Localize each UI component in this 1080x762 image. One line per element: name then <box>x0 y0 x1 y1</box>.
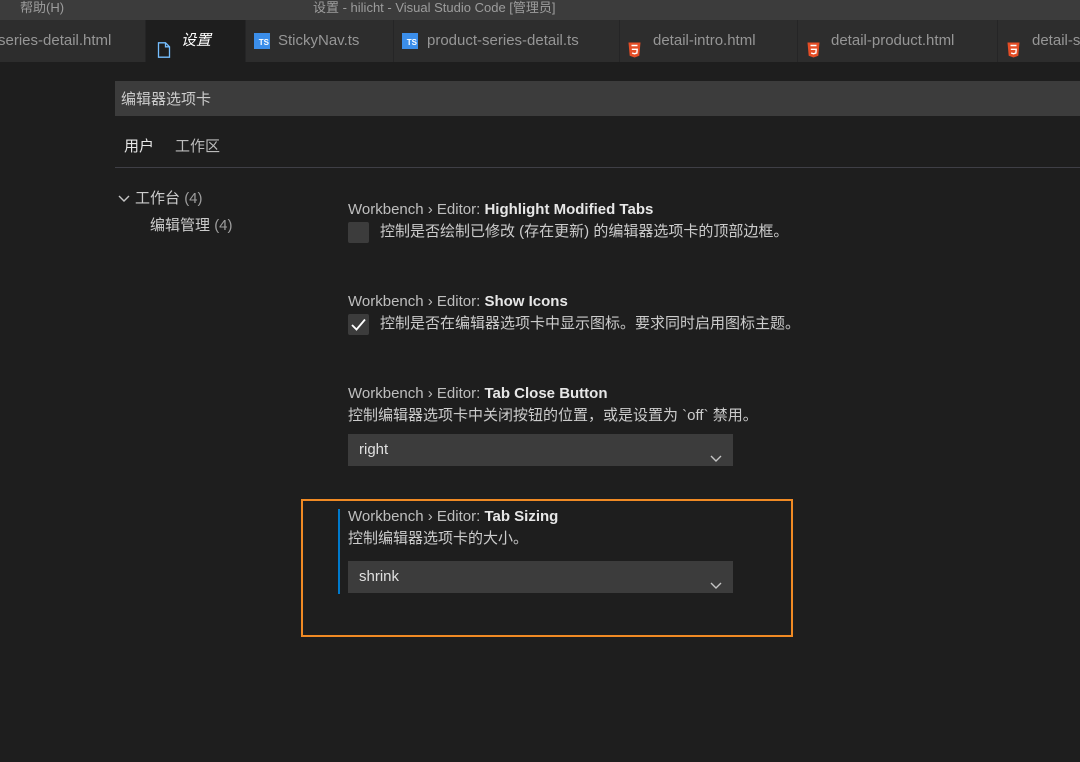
html5-icon <box>628 33 644 58</box>
setting-description: 控制编辑器选项卡中关闭按钮的位置，或是设置为 `off` 禁用。 <box>348 407 758 424</box>
title-bar: 帮助(H) 设置 - hilicht - Visual Studio Code … <box>0 0 1080 20</box>
select-value: right <box>359 441 389 458</box>
toc-workbench-label: 工作台 <box>135 190 181 207</box>
tab-series-detail[interactable]: series-detail.html <box>0 20 146 62</box>
scope-divider <box>115 167 1080 168</box>
tab-stickynav[interactable]: TS StickyNav.ts <box>246 20 394 62</box>
settings-search-input[interactable] <box>115 81 1080 116</box>
setting-name: Highlight Modified Tabs <box>484 201 654 218</box>
tab-label: 设置 <box>181 32 212 49</box>
typescript-icon: TS <box>402 33 418 49</box>
tab-label: detail-s <box>1032 32 1080 49</box>
tab-user-label: 用户 <box>124 138 155 155</box>
tab-label: product-series-detail.ts <box>427 32 579 49</box>
setting-name: Show Icons <box>484 293 568 310</box>
tab-detail-s[interactable]: detail-s <box>998 20 1080 62</box>
setting-category: Workbench › Editor: <box>348 293 485 310</box>
tab-workspace-scope[interactable]: 工作区 <box>175 137 220 167</box>
window-title: 设置 - hilicht - Visual Studio Code [管理员] <box>313 0 556 15</box>
settings-search <box>115 81 1080 116</box>
setting-highlight-modified-tabs: Workbench › Editor: Highlight Modified T… <box>348 199 908 245</box>
show-icons-checkbox[interactable] <box>348 314 369 335</box>
tab-detail-intro[interactable]: detail-intro.html <box>620 20 798 62</box>
setting-category: Workbench › Editor: <box>348 385 485 402</box>
setting-title: Workbench › Editor: Tab Close Button <box>348 383 908 405</box>
highlight-modified-tabs-checkbox[interactable] <box>348 222 369 243</box>
highlight-box <box>301 499 793 637</box>
chevron-down-icon <box>117 191 135 208</box>
setting-description: 控制是否在编辑器选项卡中显示图标。要求同时启用图标主题。 <box>380 315 801 332</box>
html5-icon <box>1007 33 1023 58</box>
file-icon <box>157 33 173 58</box>
setting-show-icons: Workbench › Editor: Show Icons 控制是否在编辑器选… <box>348 291 908 337</box>
setting-description: 控制是否绘制已修改 (存在更新) 的编辑器选项卡的顶部边框。 <box>380 223 789 240</box>
setting-category: Workbench › Editor: <box>348 201 485 218</box>
setting-title: Workbench › Editor: Show Icons <box>348 291 908 313</box>
tab-workspace-label: 工作区 <box>175 138 221 155</box>
setting-checkbox-row: 控制是否在编辑器选项卡中显示图标。要求同时启用图标主题。 <box>348 313 908 337</box>
tab-label: detail-product.html <box>831 32 955 49</box>
tab-label: detail-intro.html <box>653 32 756 49</box>
tab-detail-product[interactable]: detail-product.html <box>798 20 998 62</box>
toc-editor-management-label: 编辑管理 <box>150 217 211 234</box>
chevron-down-icon <box>709 444 723 476</box>
tab-user-scope[interactable]: 用户 <box>115 137 165 168</box>
tab-label: StickyNav.ts <box>278 32 360 49</box>
menu-help[interactable]: 帮助(H) <box>20 0 64 16</box>
tab-product-series-detail[interactable]: TS product-series-detail.ts <box>394 20 620 62</box>
tab-settings[interactable]: 设置 <box>146 20 246 62</box>
tab-label: series-detail.html <box>0 32 112 49</box>
typescript-icon: TS <box>254 33 270 49</box>
editor-tab-bar: series-detail.html 设置 TS StickyNav.ts TS… <box>0 20 1080 62</box>
setting-checkbox-row: 控制是否绘制已修改 (存在更新) 的编辑器选项卡的顶部边框。 <box>348 221 908 245</box>
toc-workbench[interactable]: 工作台 (4) <box>117 187 203 208</box>
toc-editor-management[interactable]: 编辑管理 (4) <box>150 214 233 235</box>
setting-name: Tab Close Button <box>484 385 608 402</box>
toc-workbench-count: (4) <box>184 190 203 207</box>
tab-close-button-select[interactable]: right <box>348 434 733 466</box>
check-icon <box>351 318 366 331</box>
setting-tab-close-button: Workbench › Editor: Tab Close Button 控制编… <box>348 383 908 466</box>
toc-editor-management-count: (4) <box>214 217 233 234</box>
setting-title: Workbench › Editor: Highlight Modified T… <box>348 199 908 221</box>
html5-icon <box>807 33 823 58</box>
